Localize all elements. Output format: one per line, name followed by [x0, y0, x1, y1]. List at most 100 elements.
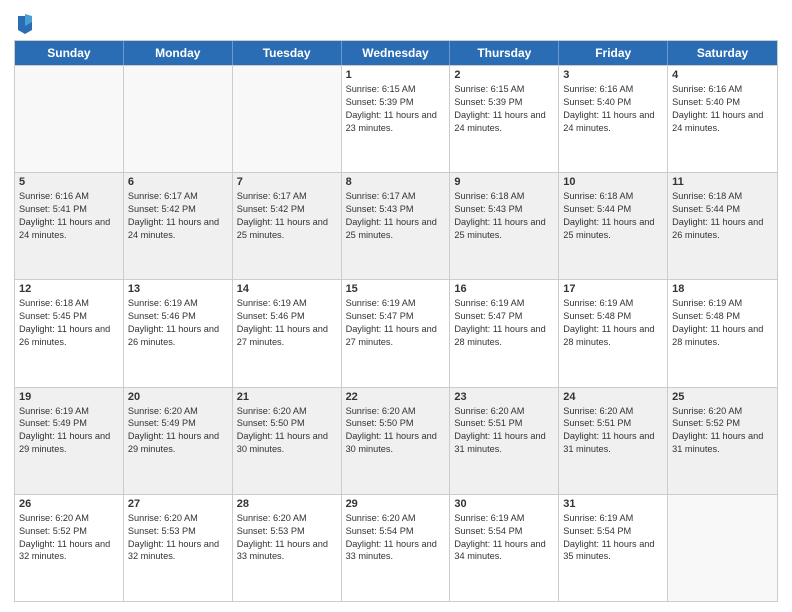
- day-cell-25: 25 Sunrise: 6:20 AMSunset: 5:52 PMDayligh…: [668, 388, 777, 494]
- day-cell-22: 22Sunrise: 6:20 AMSunset: 5:50 PMDayligh…: [342, 388, 451, 494]
- week-row-3: 12Sunrise: 6:18 AMSunset: 5:45 PMDayligh…: [15, 279, 777, 386]
- day-number: 14: [237, 283, 337, 295]
- logo: [14, 14, 34, 34]
- day-cell-19: 19 Sunrise: 6:19 AMSunset: 5:49 PMDayligh…: [15, 388, 124, 494]
- day-number: 4: [672, 69, 773, 81]
- day-number: 13: [128, 283, 228, 295]
- day-number: 12: [19, 283, 119, 295]
- cell-info: Sunrise: 6:20 AMSunset: 5:51 PMDaylight:…: [563, 405, 663, 457]
- cell-info: Sunrise: 6:19 AMSunset: 5:48 PMDaylight:…: [672, 297, 773, 349]
- day-cell-30: 30Sunrise: 6:19 AMSunset: 5:54 PMDayligh…: [450, 495, 559, 601]
- day-number: 28: [237, 498, 337, 510]
- week-row-5: 26 Sunrise: 6:20 AMSunset: 5:52 PMDayligh…: [15, 494, 777, 601]
- cell-info: Sunrise: 6:15 AMSunset: 5:39 PMDaylight:…: [346, 83, 446, 135]
- header-cell-monday: Monday: [124, 41, 233, 65]
- cell-info: Sunrise: 6:19 AMSunset: 5:54 PMDaylight:…: [454, 512, 554, 564]
- day-number: 24: [563, 391, 663, 403]
- cell-info: Sunrise: 6:20 AMSunset: 5:51 PMDaylight:…: [454, 405, 554, 457]
- day-number: 19: [19, 391, 119, 403]
- empty-cell: [15, 66, 124, 172]
- day-cell-6: 6 Sunrise: 6:17 AMSunset: 5:42 PMDaylight…: [124, 173, 233, 279]
- day-cell-3: 3Sunrise: 6:16 AMSunset: 5:40 PMDaylight…: [559, 66, 668, 172]
- day-number: 6: [128, 176, 228, 188]
- cell-info: Sunrise: 6:18 AMSunset: 5:44 PMDaylight:…: [563, 190, 663, 242]
- logo-icon: [16, 12, 34, 34]
- day-number: 10: [563, 176, 663, 188]
- day-number: 21: [237, 391, 337, 403]
- header-cell-sunday: Sunday: [15, 41, 124, 65]
- day-number: 15: [346, 283, 446, 295]
- header: [14, 10, 778, 34]
- week-row-1: 1 Sunrise: 6:15 AMSunset: 5:39 PMDaylight…: [15, 65, 777, 172]
- page: SundayMondayTuesdayWednesdayThursdayFrid…: [0, 0, 792, 612]
- day-number: 5: [19, 176, 119, 188]
- day-cell-15: 15 Sunrise: 6:19 AMSunset: 5:47 PMDayligh…: [342, 280, 451, 386]
- day-number: 25: [672, 391, 773, 403]
- day-cell-13: 13Sunrise: 6:19 AMSunset: 5:46 PMDayligh…: [124, 280, 233, 386]
- day-number: 23: [454, 391, 554, 403]
- day-cell-10: 10 Sunrise: 6:18 AMSunset: 5:44 PMDayligh…: [559, 173, 668, 279]
- cell-info: Sunrise: 6:20 AMSunset: 5:54 PMDaylight:…: [346, 512, 446, 564]
- cell-info: Sunrise: 6:18 AMSunset: 5:44 PMDaylight:…: [672, 190, 773, 242]
- calendar: SundayMondayTuesdayWednesdayThursdayFrid…: [14, 40, 778, 602]
- day-cell-21: 21 Sunrise: 6:20 AMSunset: 5:50 PMDayligh…: [233, 388, 342, 494]
- cell-info: Sunrise: 6:18 AMSunset: 5:43 PMDaylight:…: [454, 190, 554, 242]
- day-cell-20: 20 Sunrise: 6:20 AMSunset: 5:49 PMDayligh…: [124, 388, 233, 494]
- day-number: 16: [454, 283, 554, 295]
- header-cell-tuesday: Tuesday: [233, 41, 342, 65]
- cell-info: Sunrise: 6:19 AMSunset: 5:48 PMDaylight:…: [563, 297, 663, 349]
- day-number: 20: [128, 391, 228, 403]
- day-number: 7: [237, 176, 337, 188]
- day-number: 1: [346, 69, 446, 81]
- day-number: 29: [346, 498, 446, 510]
- day-cell-24: 24 Sunrise: 6:20 AMSunset: 5:51 PMDayligh…: [559, 388, 668, 494]
- cell-info: Sunrise: 6:16 AMSunset: 5:40 PMDaylight:…: [672, 83, 773, 135]
- cell-info: Sunrise: 6:20 AMSunset: 5:53 PMDaylight:…: [128, 512, 228, 564]
- day-cell-14: 14 Sunrise: 6:19 AMSunset: 5:46 PMDayligh…: [233, 280, 342, 386]
- header-cell-wednesday: Wednesday: [342, 41, 451, 65]
- header-cell-saturday: Saturday: [668, 41, 777, 65]
- day-cell-31: 31 Sunrise: 6:19 AMSunset: 5:54 PMDayligh…: [559, 495, 668, 601]
- week-row-4: 19 Sunrise: 6:19 AMSunset: 5:49 PMDayligh…: [15, 387, 777, 494]
- calendar-header: SundayMondayTuesdayWednesdayThursdayFrid…: [15, 41, 777, 65]
- cell-info: Sunrise: 6:15 AMSunset: 5:39 PMDaylight:…: [454, 83, 554, 135]
- day-cell-2: 2 Sunrise: 6:15 AMSunset: 5:39 PMDaylight…: [450, 66, 559, 172]
- header-cell-friday: Friday: [559, 41, 668, 65]
- empty-cell: [668, 495, 777, 601]
- day-number: 26: [19, 498, 119, 510]
- cell-info: Sunrise: 6:20 AMSunset: 5:53 PMDaylight:…: [237, 512, 337, 564]
- cell-info: Sunrise: 6:19 AMSunset: 5:47 PMDaylight:…: [454, 297, 554, 349]
- day-number: 11: [672, 176, 773, 188]
- day-number: 27: [128, 498, 228, 510]
- cell-info: Sunrise: 6:20 AMSunset: 5:52 PMDaylight:…: [672, 405, 773, 457]
- day-number: 22: [346, 391, 446, 403]
- cell-info: Sunrise: 6:17 AMSunset: 5:42 PMDaylight:…: [128, 190, 228, 242]
- day-number: 3: [563, 69, 663, 81]
- cell-info: Sunrise: 6:20 AMSunset: 5:50 PMDaylight:…: [237, 405, 337, 457]
- day-number: 8: [346, 176, 446, 188]
- day-cell-26: 26 Sunrise: 6:20 AMSunset: 5:52 PMDayligh…: [15, 495, 124, 601]
- day-cell-17: 17Sunrise: 6:19 AMSunset: 5:48 PMDayligh…: [559, 280, 668, 386]
- cell-info: Sunrise: 6:19 AMSunset: 5:54 PMDaylight:…: [563, 512, 663, 564]
- empty-cell: [233, 66, 342, 172]
- calendar-body: 1 Sunrise: 6:15 AMSunset: 5:39 PMDaylight…: [15, 65, 777, 601]
- cell-info: Sunrise: 6:20 AMSunset: 5:49 PMDaylight:…: [128, 405, 228, 457]
- cell-info: Sunrise: 6:19 AMSunset: 5:49 PMDaylight:…: [19, 405, 119, 457]
- day-cell-1: 1 Sunrise: 6:15 AMSunset: 5:39 PMDaylight…: [342, 66, 451, 172]
- day-cell-8: 8 Sunrise: 6:17 AMSunset: 5:43 PMDaylight…: [342, 173, 451, 279]
- cell-info: Sunrise: 6:19 AMSunset: 5:47 PMDaylight:…: [346, 297, 446, 349]
- day-number: 9: [454, 176, 554, 188]
- cell-info: Sunrise: 6:17 AMSunset: 5:42 PMDaylight:…: [237, 190, 337, 242]
- cell-info: Sunrise: 6:19 AMSunset: 5:46 PMDaylight:…: [237, 297, 337, 349]
- day-cell-16: 16 Sunrise: 6:19 AMSunset: 5:47 PMDayligh…: [450, 280, 559, 386]
- day-cell-7: 7 Sunrise: 6:17 AMSunset: 5:42 PMDaylight…: [233, 173, 342, 279]
- cell-info: Sunrise: 6:17 AMSunset: 5:43 PMDaylight:…: [346, 190, 446, 242]
- day-cell-23: 23 Sunrise: 6:20 AMSunset: 5:51 PMDayligh…: [450, 388, 559, 494]
- day-number: 2: [454, 69, 554, 81]
- day-number: 31: [563, 498, 663, 510]
- day-cell-28: 28 Sunrise: 6:20 AMSunset: 5:53 PMDayligh…: [233, 495, 342, 601]
- cell-info: Sunrise: 6:20 AMSunset: 5:52 PMDaylight:…: [19, 512, 119, 564]
- cell-info: Sunrise: 6:16 AMSunset: 5:41 PMDaylight:…: [19, 190, 119, 242]
- day-cell-27: 27 Sunrise: 6:20 AMSunset: 5:53 PMDayligh…: [124, 495, 233, 601]
- day-cell-11: 11 Sunrise: 6:18 AMSunset: 5:44 PMDayligh…: [668, 173, 777, 279]
